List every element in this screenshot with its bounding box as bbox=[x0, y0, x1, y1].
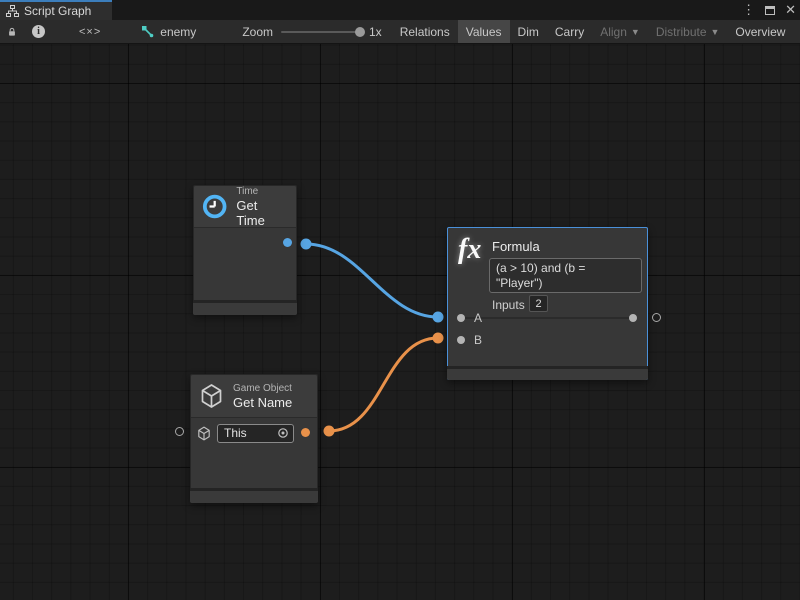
graph-hierarchy-icon bbox=[6, 5, 19, 17]
relation-line bbox=[462, 317, 634, 319]
lock-button[interactable] bbox=[0, 20, 24, 43]
node-formula[interactable]: fx Formula (a > 10) and (b = "Player") I… bbox=[447, 227, 648, 380]
node-body bbox=[194, 228, 296, 258]
maximize-icon[interactable] bbox=[765, 6, 775, 15]
info-button[interactable]: i bbox=[24, 20, 53, 43]
cube-icon-small bbox=[197, 426, 211, 441]
port-label-a: A bbox=[474, 311, 482, 325]
node-footer bbox=[193, 300, 297, 315]
align-dropdown[interactable]: Align ▼ bbox=[592, 20, 648, 43]
tab-title: Script Graph bbox=[24, 4, 91, 18]
carry-toggle[interactable]: Carry bbox=[547, 20, 592, 43]
graph-breadcrumb[interactable]: enemy bbox=[127, 20, 204, 43]
code-view-button[interactable]: <×> bbox=[53, 20, 127, 43]
zoom-label: Zoom bbox=[242, 25, 273, 39]
chevron-down-icon: ▼ bbox=[631, 27, 640, 37]
fx-function-icon: fx bbox=[458, 234, 481, 266]
values-toggle[interactable]: Values bbox=[458, 20, 510, 43]
relations-toggle[interactable]: Relations bbox=[392, 20, 458, 43]
align-label: Align bbox=[600, 25, 627, 39]
window-controls: ⋮ ✕ bbox=[742, 0, 796, 20]
node-get-time[interactable]: Time Get Time bbox=[193, 185, 297, 315]
menu-kebab-icon[interactable]: ⋮ bbox=[742, 0, 755, 20]
port-label-b: B bbox=[474, 333, 482, 347]
zoom-control: Zoom 1x bbox=[232, 20, 391, 43]
distribute-dropdown[interactable]: Distribute ▼ bbox=[648, 20, 728, 43]
zoom-slider-handle[interactable] bbox=[355, 27, 365, 37]
expression-line: (a > 10) and (b = bbox=[496, 261, 635, 276]
node-footer bbox=[190, 488, 318, 503]
info-icon: i bbox=[32, 25, 45, 38]
wire-gettime-to-formula-a[interactable] bbox=[306, 244, 438, 317]
inputs-count-input[interactable]: 2 bbox=[529, 295, 548, 312]
input-port-b[interactable] bbox=[457, 336, 465, 344]
chevron-down-icon: ▼ bbox=[711, 27, 720, 37]
close-icon[interactable]: ✕ bbox=[785, 0, 796, 20]
game-object-cube-icon bbox=[199, 383, 224, 409]
expression-line: "Player") bbox=[496, 276, 635, 291]
node-title: Get Name bbox=[233, 395, 292, 410]
formula-expression-input[interactable]: (a > 10) and (b = "Player") bbox=[489, 258, 642, 293]
node-body: This bbox=[191, 418, 317, 448]
tab-script-graph[interactable]: Script Graph bbox=[0, 0, 112, 20]
code-icon: <×> bbox=[61, 26, 119, 38]
node-category: Game Object bbox=[233, 383, 292, 395]
dim-toggle[interactable]: Dim bbox=[510, 20, 547, 43]
tab-bar: Script Graph ⋮ ✕ bbox=[0, 0, 800, 20]
graph-name: enemy bbox=[160, 25, 196, 39]
node-title: Formula bbox=[492, 239, 540, 254]
output-port-time[interactable] bbox=[283, 238, 292, 247]
input-port-a[interactable] bbox=[457, 314, 465, 322]
target-object-field[interactable]: This bbox=[217, 424, 294, 443]
node-category: Time bbox=[236, 186, 286, 198]
graph-toolbar: i <×> enemy Zoom 1x Relations Values Dim bbox=[0, 20, 800, 44]
wire-getname-to-formula-b[interactable] bbox=[329, 338, 438, 431]
node-header: Time Get Time bbox=[194, 186, 296, 228]
unconnected-output-port[interactable] bbox=[652, 313, 661, 322]
node-get-name[interactable]: Game Object Get Name This bbox=[190, 374, 318, 503]
graph-canvas[interactable]: Time Get Time fx Formula (a > 10) and (b… bbox=[0, 44, 800, 600]
connection-wires bbox=[0, 44, 800, 600]
node-header: Game Object Get Name bbox=[191, 375, 317, 418]
graph-asset-icon bbox=[141, 25, 154, 38]
lock-icon bbox=[8, 26, 16, 38]
zoom-slider[interactable] bbox=[281, 31, 361, 33]
script-graph-window: Script Graph ⋮ ✕ i <×> bbox=[0, 0, 800, 600]
overview-button[interactable]: Overview bbox=[727, 20, 793, 43]
zoom-value: 1x bbox=[369, 25, 382, 39]
inputs-label: Inputs bbox=[492, 298, 525, 312]
distribute-label: Distribute bbox=[656, 25, 707, 39]
clock-icon bbox=[202, 193, 227, 220]
output-port-result[interactable] bbox=[629, 314, 637, 322]
object-picker-icon[interactable] bbox=[277, 427, 289, 439]
fullscreen-button[interactable]: Full Screen bbox=[793, 20, 800, 43]
output-port-name[interactable] bbox=[301, 428, 310, 437]
unconnected-input-port[interactable] bbox=[175, 427, 184, 436]
node-title: Get Time bbox=[236, 198, 286, 228]
node-footer bbox=[447, 366, 648, 380]
target-object-value: This bbox=[224, 426, 247, 440]
